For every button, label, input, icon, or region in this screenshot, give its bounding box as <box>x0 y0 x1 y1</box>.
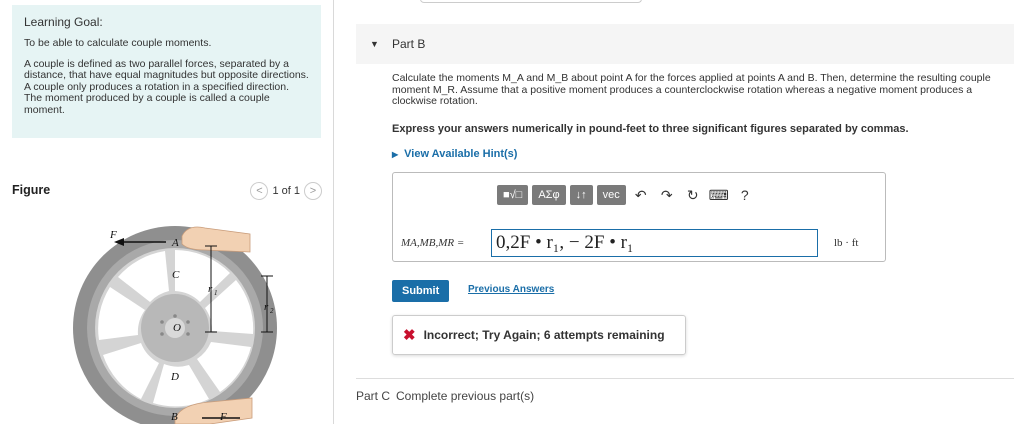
feedback-box: ✖ Incorrect; Try Again; 6 attempts remai… <box>392 315 686 355</box>
submit-button[interactable]: Submit <box>392 280 450 302</box>
figure-pager: < 1 of 1 > <box>250 182 322 200</box>
label-o: O <box>173 322 181 334</box>
keyboard-icon[interactable]: ⌨ <box>708 187 730 204</box>
figure-page-count: 1 of 1 <box>272 185 300 197</box>
label-f-top: F <box>109 229 117 241</box>
learning-goal-heading: Learning Goal: <box>24 15 103 29</box>
answer-input[interactable]: 0,2F • r₁, − 2F • r₁ <box>491 229 818 257</box>
feedback-message: Incorrect; Try Again; 6 attempts remaini… <box>423 328 665 342</box>
top-hand <box>181 226 251 253</box>
learning-goal-text-1: To be able to calculate couple moments. <box>24 37 212 49</box>
label-a: A <box>171 237 179 249</box>
wheel-figure: F A C r 1 r 2 O D B F <box>73 226 277 424</box>
vector-button[interactable]: vec <box>596 185 626 205</box>
next-figure-button[interactable]: > <box>304 182 322 200</box>
prev-figure-button[interactable]: < <box>250 182 269 200</box>
figure-title: Figure <box>12 183 51 197</box>
answer-unit: lb · ft <box>834 237 859 249</box>
part-c-status: Complete previous part(s) <box>396 389 535 403</box>
previous-answers-link[interactable]: Previous Answers <box>468 284 554 295</box>
label-r2-sub: 2 <box>270 307 274 315</box>
part-c-row[interactable]: Part C Complete previous part(s) <box>356 389 534 403</box>
part-b-header[interactable]: ▼ Part B <box>356 24 1014 64</box>
part-b-question: Calculate the moments M_A and M_B about … <box>392 72 991 107</box>
reset-icon[interactable]: ↻ <box>682 187 704 204</box>
part-c-divider <box>356 378 1014 379</box>
arrows-button[interactable]: ↓↑ <box>569 185 593 205</box>
collapse-triangle-icon[interactable]: ▼ <box>370 39 379 49</box>
label-d: D <box>170 371 179 383</box>
view-hints-link[interactable]: ▶ View Available Hint(s) <box>392 148 517 160</box>
figure-header: Figure < 1 of 1 > <box>12 182 322 201</box>
templates-button[interactable]: ■√□ <box>497 185 529 205</box>
label-r1: r <box>208 283 213 295</box>
label-f-bottom: F <box>219 411 227 423</box>
answer-label: MA,MB,MR = <box>401 237 465 249</box>
greek-symbols-button[interactable]: ΑΣφ <box>532 185 566 205</box>
help-icon[interactable]: ? <box>734 187 756 203</box>
part-b-instructions: Express your answers numerically in poun… <box>392 123 909 135</box>
part-c-label: Part C <box>356 389 391 403</box>
previous-part-box <box>420 0 642 3</box>
math-toolbar: ■√□ ΑΣφ ↓↑ vec ↶ ↷ ↻ ⌨ ? <box>497 185 756 205</box>
label-r1-sub: 1 <box>214 289 218 297</box>
answer-box: ■√□ ΑΣφ ↓↑ vec ↶ ↷ ↻ ⌨ ? MA,MB,MR = 0,2F… <box>392 172 886 262</box>
label-r2: r <box>264 301 269 313</box>
part-b-label: Part B <box>392 37 426 51</box>
label-b: B <box>171 411 178 423</box>
panel-divider <box>333 0 334 424</box>
learning-goal-text-2: A couple is defined as two parallel forc… <box>24 57 309 116</box>
label-c: C <box>172 269 180 281</box>
right-panel: ▼ Part B Calculate the moments M_A and M… <box>356 0 1016 424</box>
view-hints-label: View Available Hint(s) <box>404 148 518 160</box>
learning-goal-box: Learning Goal: To be able to calculate c… <box>12 5 321 138</box>
undo-icon[interactable]: ↶ <box>630 187 652 204</box>
error-x-icon: ✖ <box>403 327 416 344</box>
redo-icon[interactable]: ↷ <box>656 187 678 204</box>
left-panel: Learning Goal: To be able to calculate c… <box>0 0 332 424</box>
caret-right-icon: ▶ <box>392 150 399 159</box>
